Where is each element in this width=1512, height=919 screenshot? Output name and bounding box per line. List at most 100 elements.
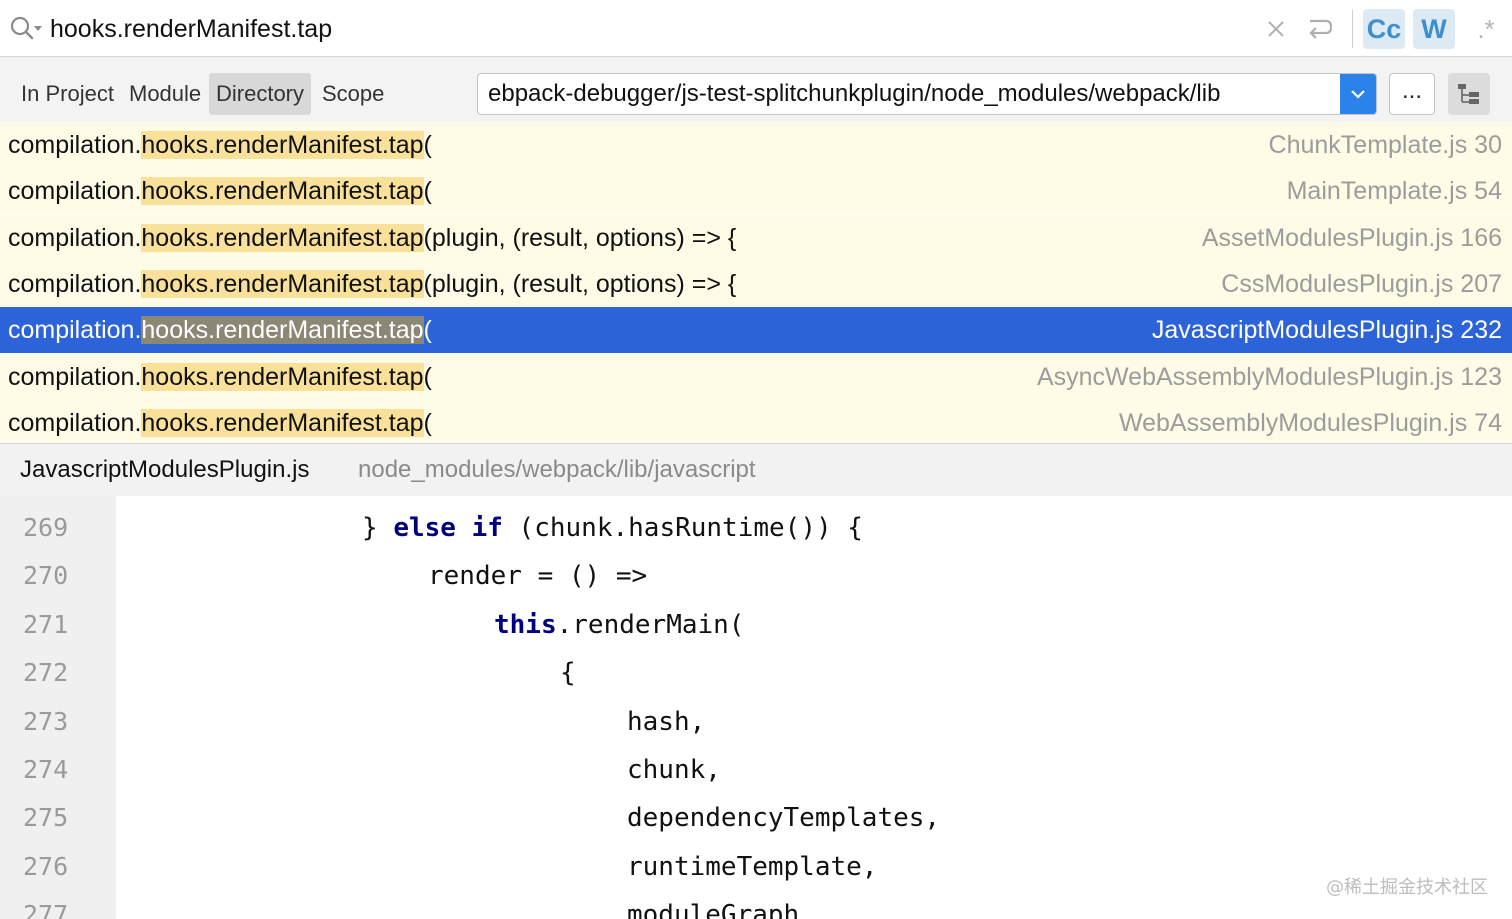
result-row[interactable]: compilation.hooks.renderManifest.tap(Jav… [0,307,1512,353]
result-file-location: ChunkTemplate.js 30 [1268,131,1502,159]
match-highlight: tap [388,224,424,252]
result-row[interactable]: compilation.hooks.renderManifest.tap(Mai… [0,168,1512,214]
result-code: compilation.hooks.renderManifest.tap( [8,354,432,400]
tree-view-icon[interactable] [1448,73,1490,115]
result-suffix: (plugin, (result, options) => { [423,270,737,298]
toolbar-divider [1352,10,1353,48]
result-prefix: compilation. [8,177,142,205]
directory-select[interactable]: ebpack-debugger/js-test-splitchunkplugin… [477,73,1377,115]
match-highlight: renderManifest [215,131,382,159]
result-file-location: MainTemplate.js 54 [1286,177,1502,205]
browse-button[interactable]: ... [1389,73,1435,115]
whole-word-toggle[interactable]: W [1413,9,1455,49]
match-highlight: tap [388,270,424,298]
match-highlight: . [381,270,389,298]
regex-icon[interactable]: .* [1470,12,1502,46]
line-number: 270 [23,561,69,590]
line-number: 277 [23,900,69,919]
match-highlight: tap [388,409,424,437]
match-highlight: tap [388,177,424,205]
scope-bar: In Project Module Directory Scope ebpack… [0,57,1512,122]
result-prefix: compilation. [8,363,142,391]
code-token: (chunk.hasRuntime()) { [502,513,863,543]
line-number: 274 [23,755,69,784]
result-code: compilation.hooks.renderManifest.tap( [8,168,432,214]
match-highlight: renderManifest [215,177,382,205]
code-line: this.renderMain( [494,593,744,641]
match-highlight: . [381,316,389,344]
code-keyword: else [393,513,456,543]
wrap-icon[interactable] [1302,12,1338,46]
code-token: .renderMain( [556,610,745,640]
match-highlight: . [381,131,389,159]
code-token: moduleGraph, [627,900,815,919]
match-highlight: hooks [141,270,209,298]
code-token: hash, [627,707,706,737]
code-token: { [560,658,576,688]
result-suffix: (plugin, (result, options) => { [423,224,737,252]
tab-scope[interactable]: Scope [315,73,391,115]
tab-in-project[interactable]: In Project [14,73,121,115]
line-number: 275 [23,803,69,832]
match-highlight: tap [388,316,424,344]
result-code: compilation.hooks.renderManifest.tap(plu… [8,215,736,261]
search-input[interactable] [50,10,1230,48]
tab-directory[interactable]: Directory [209,73,312,115]
tab-module[interactable]: Module [122,73,208,115]
result-row[interactable]: compilation.hooks.renderManifest.tap(plu… [0,215,1512,261]
match-highlight: renderManifest [215,316,382,344]
result-suffix: ( [423,177,432,205]
code-token: dependencyTemplates, [627,803,941,833]
result-row[interactable]: compilation.hooks.renderManifest.tap( Asy… [0,354,1512,400]
match-highlight: . [381,177,389,205]
result-file-location: JavascriptModulesPlugin.js 232 [1151,316,1502,344]
result-prefix: compilation. [8,316,142,344]
code-keyword: if [471,513,503,543]
match-highlight: renderManifest [215,363,382,391]
result-suffix: ( [423,409,432,437]
result-row[interactable]: compilation.hooks.renderManifest.tap(Chu… [0,122,1512,168]
code-line: hash, [627,690,705,738]
chevron-down-icon[interactable] [1340,74,1376,114]
preview-header: JavascriptModulesPlugin.js node_modules/… [0,444,1512,496]
code-line: } else if (chunk.hasRuntime()) { [362,496,863,544]
match-highlight: . [381,363,389,391]
code-line: chunk, [627,738,721,786]
preview-file-path: node_modules/webpack/lib/javascript [358,456,756,483]
match-highlight: hooks [141,224,209,252]
match-highlight: renderManifest [215,224,382,252]
clear-icon[interactable] [1262,12,1290,46]
code-token: } [362,513,394,543]
line-number: 272 [23,658,69,687]
result-row[interactable]: compilation.hooks.renderManifest.tap(Web… [0,400,1512,446]
result-row[interactable]: compilation.hooks.renderManifest.tap(plu… [0,261,1512,307]
code-line: moduleGraph, [627,883,815,919]
directory-value: ebpack-debugger/js-test-splitchunkplugin… [488,80,1221,107]
line-number: 276 [23,852,69,881]
code-line: { [560,641,576,689]
result-prefix: compilation. [8,131,142,159]
line-number: 271 [23,610,69,639]
result-file-location: AsyncWebAssemblyModulesPlugin.js 123 [1036,363,1502,391]
line-number: 269 [23,513,69,542]
line-number: 273 [23,707,69,736]
preview-file-name: JavascriptModulesPlugin.js [20,456,310,483]
match-highlight: renderManifest [215,409,382,437]
code-line: render = () => [428,544,647,592]
match-highlight: hooks [141,177,209,205]
results-list: compilation.hooks.renderManifest.tap(Chu… [0,122,1512,446]
result-code: compilation.hooks.renderManifest.tap( [8,400,432,446]
match-highlight: hooks [141,409,209,437]
result-prefix: compilation. [8,409,142,437]
code-token: chunk, [627,755,721,785]
code-preview[interactable]: 269} else if (chunk.hasRuntime()) {270 re… [0,496,1512,919]
match-highlight: hooks [141,316,209,344]
result-code: compilation.hooks.renderManifest.tap(plu… [8,261,736,307]
match-case-toggle[interactable]: Cc [1363,9,1405,49]
search-icon[interactable] [9,15,43,43]
code-token: runtimeTemplate, [627,852,878,882]
result-prefix: compilation. [8,224,142,252]
result-code: compilation.hooks.renderManifest.tap( [8,307,432,353]
result-suffix: ( [423,131,432,159]
